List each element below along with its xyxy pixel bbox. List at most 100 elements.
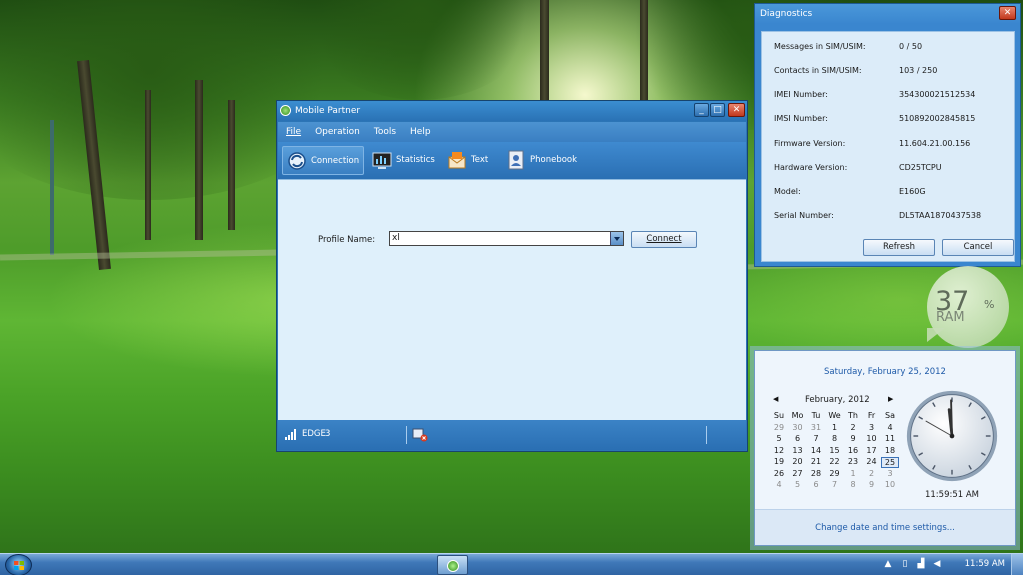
tab-text-label: Text: [471, 155, 489, 165]
calendar-day[interactable]: 13: [789, 446, 807, 455]
calendar-day[interactable]: 29: [826, 469, 844, 478]
tab-connection[interactable]: Connection: [282, 146, 364, 175]
diag-label: IMSI Number:: [774, 114, 828, 123]
minimize-button[interactable]: _: [694, 103, 709, 117]
calendar-day[interactable]: 5: [770, 434, 788, 443]
calendar-day[interactable]: 5: [789, 480, 807, 489]
calendar-day[interactable]: 9: [863, 480, 881, 489]
calendar-day[interactable]: 17: [863, 446, 881, 455]
diag-value: DL5TAA1870437538: [899, 211, 982, 220]
network-icon[interactable]: ▟: [916, 559, 926, 570]
calendar-weekday: We: [828, 411, 841, 420]
diag-label: Hardware Version:: [774, 163, 848, 172]
tab-connection-label: Connection: [311, 156, 360, 166]
network-type: EDGE: [302, 429, 326, 439]
calendar-day[interactable]: 12: [770, 446, 788, 455]
menu-tools[interactable]: Tools: [366, 122, 402, 142]
calendar-day[interactable]: 7: [807, 434, 825, 443]
calendar-day[interactable]: 10: [881, 480, 899, 489]
calendar-day-today[interactable]: 25: [881, 457, 899, 468]
next-month-button[interactable]: ▶: [888, 395, 893, 403]
menu-help[interactable]: Help: [402, 122, 437, 142]
calendar-day[interactable]: 29: [770, 423, 788, 432]
taskbar-clock[interactable]: 11:59 AM: [965, 559, 1005, 569]
calendar-day[interactable]: 6: [807, 480, 825, 489]
full-date-link[interactable]: Saturday, February 25, 2012: [755, 367, 1015, 377]
calendar-day[interactable]: 21: [807, 457, 825, 466]
diag-label: IMEI Number:: [774, 90, 828, 99]
lamp-post: [50, 120, 54, 255]
calendar-day[interactable]: 14: [807, 446, 825, 455]
calendar-day[interactable]: 30: [789, 423, 807, 432]
show-desktop-button[interactable]: [1011, 554, 1023, 575]
ram-meter-gadget[interactable]: 37 % RAM: [927, 266, 1009, 348]
calendar-day[interactable]: 18: [881, 446, 899, 455]
calendar-day[interactable]: 4: [770, 480, 788, 489]
window-title: Mobile Partner: [295, 106, 361, 116]
diagnostics-window: Diagnostics ✕ Messages in SIM/USIM: 0 / …: [754, 3, 1021, 267]
profile-name-select[interactable]: xl: [389, 231, 624, 246]
chevron-down-icon[interactable]: [610, 232, 623, 245]
diag-value: 354300021512534: [899, 90, 976, 99]
ram-usage-unit: %: [984, 298, 995, 311]
maximize-button[interactable]: □: [710, 103, 725, 117]
calendar-day[interactable]: 20: [789, 457, 807, 466]
profile-name-label: Profile Name:: [318, 235, 376, 245]
calendar-day[interactable]: 1: [844, 469, 862, 478]
calendar-month-title[interactable]: February, 2012: [805, 395, 870, 405]
toolbar: Connection Statistics Text Phonebook: [278, 142, 746, 179]
taskbar-mobile-partner-button[interactable]: [437, 555, 468, 575]
previous-month-button[interactable]: ◀: [773, 395, 778, 403]
calendar-day[interactable]: 2: [863, 469, 881, 478]
analog-clock-icon: [906, 390, 998, 482]
tab-phonebook[interactable]: Phonebook: [502, 146, 582, 175]
menu-file[interactable]: File: [278, 122, 307, 142]
diagnostics-titlebar[interactable]: Diagnostics ✕: [755, 4, 1020, 24]
calendar-day[interactable]: 8: [844, 480, 862, 489]
refresh-button[interactable]: Refresh: [863, 239, 935, 256]
calendar-day[interactable]: 3: [881, 469, 899, 478]
calendar-day[interactable]: 2: [844, 423, 862, 432]
envelope-icon: [448, 152, 466, 169]
close-button[interactable]: ✕: [728, 103, 745, 117]
mobile-partner-titlebar[interactable]: Mobile Partner _ □ ✕: [277, 101, 747, 121]
calendar-day[interactable]: 10: [863, 434, 881, 443]
calendar-day[interactable]: 27: [789, 469, 807, 478]
volume-icon[interactable]: ◀: [932, 559, 942, 570]
tab-statistics-label: Statistics: [396, 155, 435, 165]
calendar-day[interactable]: 22: [826, 457, 844, 466]
diag-value: 0 / 50: [899, 42, 923, 51]
close-button[interactable]: ✕: [999, 6, 1016, 20]
calendar-day[interactable]: 16: [844, 446, 862, 455]
date-time-flyout: Saturday, February 25, 2012 ◀ February, …: [754, 350, 1016, 546]
usb-device-icon[interactable]: ▯: [900, 559, 910, 570]
calendar-day[interactable]: 19: [770, 457, 788, 466]
calendar-day[interactable]: 15: [826, 446, 844, 455]
show-hidden-icons-icon[interactable]: ▲: [883, 559, 893, 570]
menu-operation[interactable]: Operation: [307, 122, 366, 142]
calendar-day[interactable]: 31: [807, 423, 825, 432]
tab-text[interactable]: Text: [443, 146, 498, 175]
change-date-time-settings-link[interactable]: Change date and time settings...: [755, 509, 1015, 545]
sms-status-icon: [412, 428, 428, 442]
calendar-day[interactable]: 28: [807, 469, 825, 478]
calendar-weekday: Sa: [885, 411, 895, 420]
calendar-day[interactable]: 8: [826, 434, 844, 443]
calendar-day[interactable]: 9: [844, 434, 862, 443]
calendar-day[interactable]: 23: [844, 457, 862, 466]
calendar-day[interactable]: 6: [789, 434, 807, 443]
tab-statistics[interactable]: Statistics: [368, 146, 438, 175]
calendar-weekday: Th: [848, 411, 858, 420]
calendar-day[interactable]: 11: [881, 434, 899, 443]
calendar-day[interactable]: 4: [881, 423, 899, 432]
calendar-day[interactable]: 7: [826, 480, 844, 489]
calendar-day[interactable]: 24: [863, 457, 881, 466]
start-button[interactable]: [5, 554, 32, 575]
diag-label: Serial Number:: [774, 211, 834, 220]
calendar-day[interactable]: 3: [863, 423, 881, 432]
calendar-day[interactable]: 1: [826, 423, 844, 432]
mobile-partner-taskbar-icon: [447, 560, 459, 572]
calendar-day[interactable]: 26: [770, 469, 788, 478]
cancel-button[interactable]: Cancel: [942, 239, 1014, 256]
connect-button[interactable]: Connect: [631, 231, 697, 248]
